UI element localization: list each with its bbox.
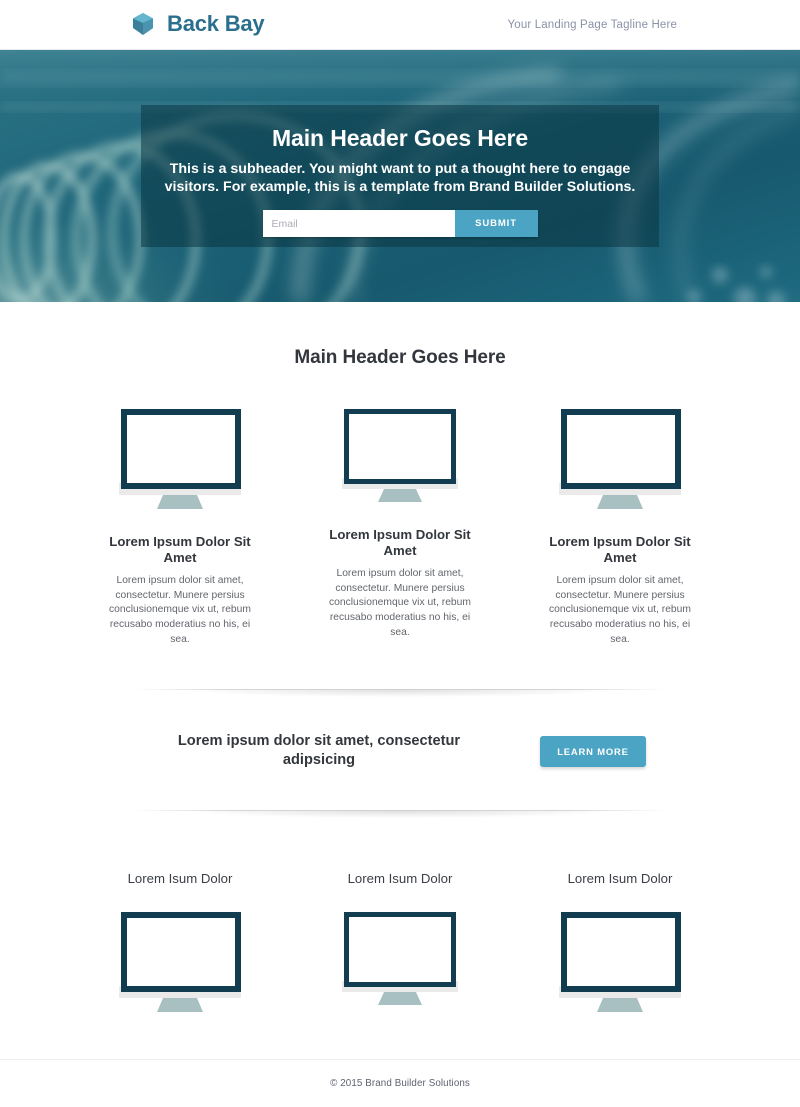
email-input[interactable] [262, 210, 455, 238]
showcase-column: Lorem Isum Dolor [101, 871, 259, 1018]
feature-title: Lorem Ipsum Dolor Sit Amet [329, 527, 471, 558]
landing-page: Back Bay Your Landing Page Tagline Here [0, 0, 800, 1107]
desktop-monitor-icon [119, 912, 241, 1013]
desktop-monitor-icon [119, 409, 241, 509]
feature-body: Lorem ipsum dolor sit amet, consectetur.… [109, 575, 251, 645]
showcase-title: Lorem Isum Dolor [567, 871, 673, 887]
submit-button[interactable]: SUBMIT [454, 210, 538, 238]
hero-title: Main Header Goes Here [271, 125, 529, 151]
section-divider [133, 810, 667, 819]
brand-name-text: Back Bay [167, 11, 265, 36]
desktop-monitor-icon [559, 409, 681, 509]
feature-body: Lorem ipsum dolor sit amet, consectetur.… [549, 575, 691, 645]
features-column-group: Lorem Ipsum Dolor Sit Amet Lorem ipsum d… [0, 405, 800, 647]
desktop-monitor-icon [342, 409, 458, 502]
hexagon-gem-icon [128, 9, 158, 39]
showcase-title: Lorem Isum Dolor [127, 871, 233, 887]
top-navigation-bar: Back Bay Your Landing Page Tagline Here [0, 0, 800, 50]
learn-more-button[interactable]: LEARN MORE [540, 735, 646, 767]
desktop-monitor-icon [342, 912, 458, 1006]
hero-section: Main Header Goes Here This is a subheade… [0, 50, 800, 302]
features-section-title: Main Header Goes Here [294, 347, 506, 368]
divider-wrapper-top [0, 647, 800, 698]
cta-text: Lorem ipsum dolor sit amet, consectetur … [177, 733, 461, 769]
hero-content-box: Main Header Goes Here This is a subheade… [141, 105, 659, 247]
email-signup-form: SUBMIT [141, 210, 659, 238]
feature-column: Lorem Ipsum Dolor Sit Amet Lorem ipsum d… [321, 405, 479, 647]
showcase-section: Lorem Isum Dolor Lorem Isum Dolor Lorem … [0, 811, 800, 1058]
section-divider [133, 689, 667, 698]
feature-title: Lorem Ipsum Dolor Sit Amet [549, 534, 691, 565]
feature-title: Lorem Ipsum Dolor Sit Amet [109, 534, 251, 565]
showcase-column: Lorem Isum Dolor [541, 871, 699, 1018]
brand-logo-link[interactable]: Back Bay [128, 9, 265, 39]
showcase-column: Lorem Isum Dolor [321, 871, 479, 1018]
feature-column: Lorem Ipsum Dolor Sit Amet Lorem ipsum d… [541, 405, 699, 647]
copyright-text: © 2015 Brand Builder Solutions [330, 1078, 470, 1089]
feature-column: Lorem Ipsum Dolor Sit Amet Lorem ipsum d… [101, 405, 259, 647]
feature-body: Lorem ipsum dolor sit amet, consectetur.… [329, 568, 471, 638]
desktop-monitor-icon [559, 912, 681, 1013]
header-tagline: Your Landing Page Tagline Here [507, 19, 677, 31]
hero-subheader: This is a subheader. You might want to p… [164, 160, 636, 196]
page-footer: © 2015 Brand Builder Solutions [0, 1059, 800, 1107]
cta-section: Lorem ipsum dolor sit amet, consectetur … [0, 690, 800, 810]
showcase-title: Lorem Isum Dolor [347, 871, 453, 887]
showcase-column-group: Lorem Isum Dolor Lorem Isum Dolor Lorem … [0, 871, 800, 1018]
features-section: Main Header Goes Here Lorem Ipsum Dolor … [0, 302, 800, 648]
